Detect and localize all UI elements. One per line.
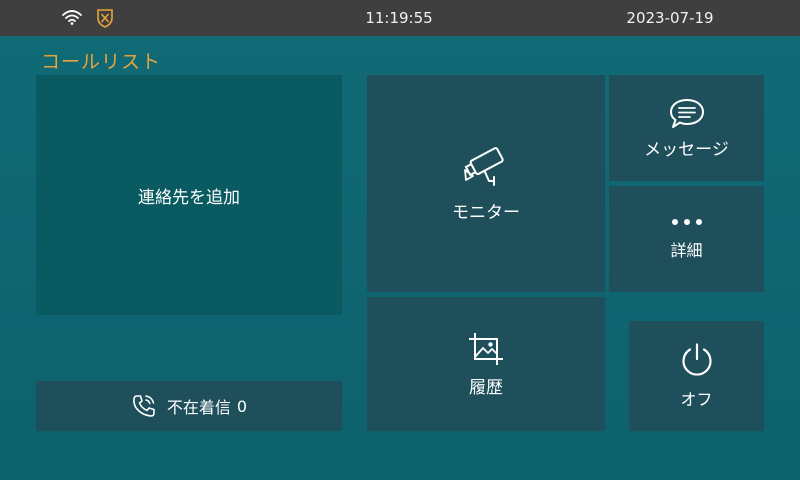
- message-button[interactable]: メッセージ: [609, 75, 764, 181]
- monitor-button[interactable]: モニター: [367, 75, 605, 292]
- more-dots-icon: [670, 217, 704, 227]
- history-button[interactable]: 履歴: [367, 297, 605, 431]
- monitor-label: モニター: [452, 203, 520, 223]
- details-label: 詳細: [670, 241, 703, 260]
- add-contact-button[interactable]: 連絡先を追加: [36, 75, 342, 315]
- camera-icon: [461, 144, 511, 188]
- missed-calls-button[interactable]: 不在着信 0: [36, 381, 342, 431]
- message-label: メッセージ: [644, 139, 729, 160]
- off-label: オフ: [680, 390, 713, 409]
- missed-calls-label: 不在着信: [166, 398, 231, 417]
- status-bar: 11:19:55 2023-07-19: [0, 0, 800, 36]
- details-button[interactable]: 詳細: [609, 186, 764, 292]
- missed-calls-count: 0: [236, 396, 248, 416]
- off-button[interactable]: オフ: [629, 321, 764, 431]
- clock-time: 11:19:55: [365, 9, 433, 27]
- history-label: 履歴: [469, 377, 503, 398]
- phone-icon: [131, 393, 157, 419]
- wifi-icon: [61, 8, 83, 26]
- call-list-title: コールリスト: [41, 51, 162, 73]
- image-crop-icon: [467, 331, 505, 367]
- clock-date: 2023-07-19: [626, 9, 714, 27]
- add-contact-label: 連絡先を追加: [138, 187, 240, 208]
- chat-bubble-icon: [668, 97, 706, 131]
- shield-icon: [96, 8, 114, 28]
- power-icon: [679, 342, 715, 378]
